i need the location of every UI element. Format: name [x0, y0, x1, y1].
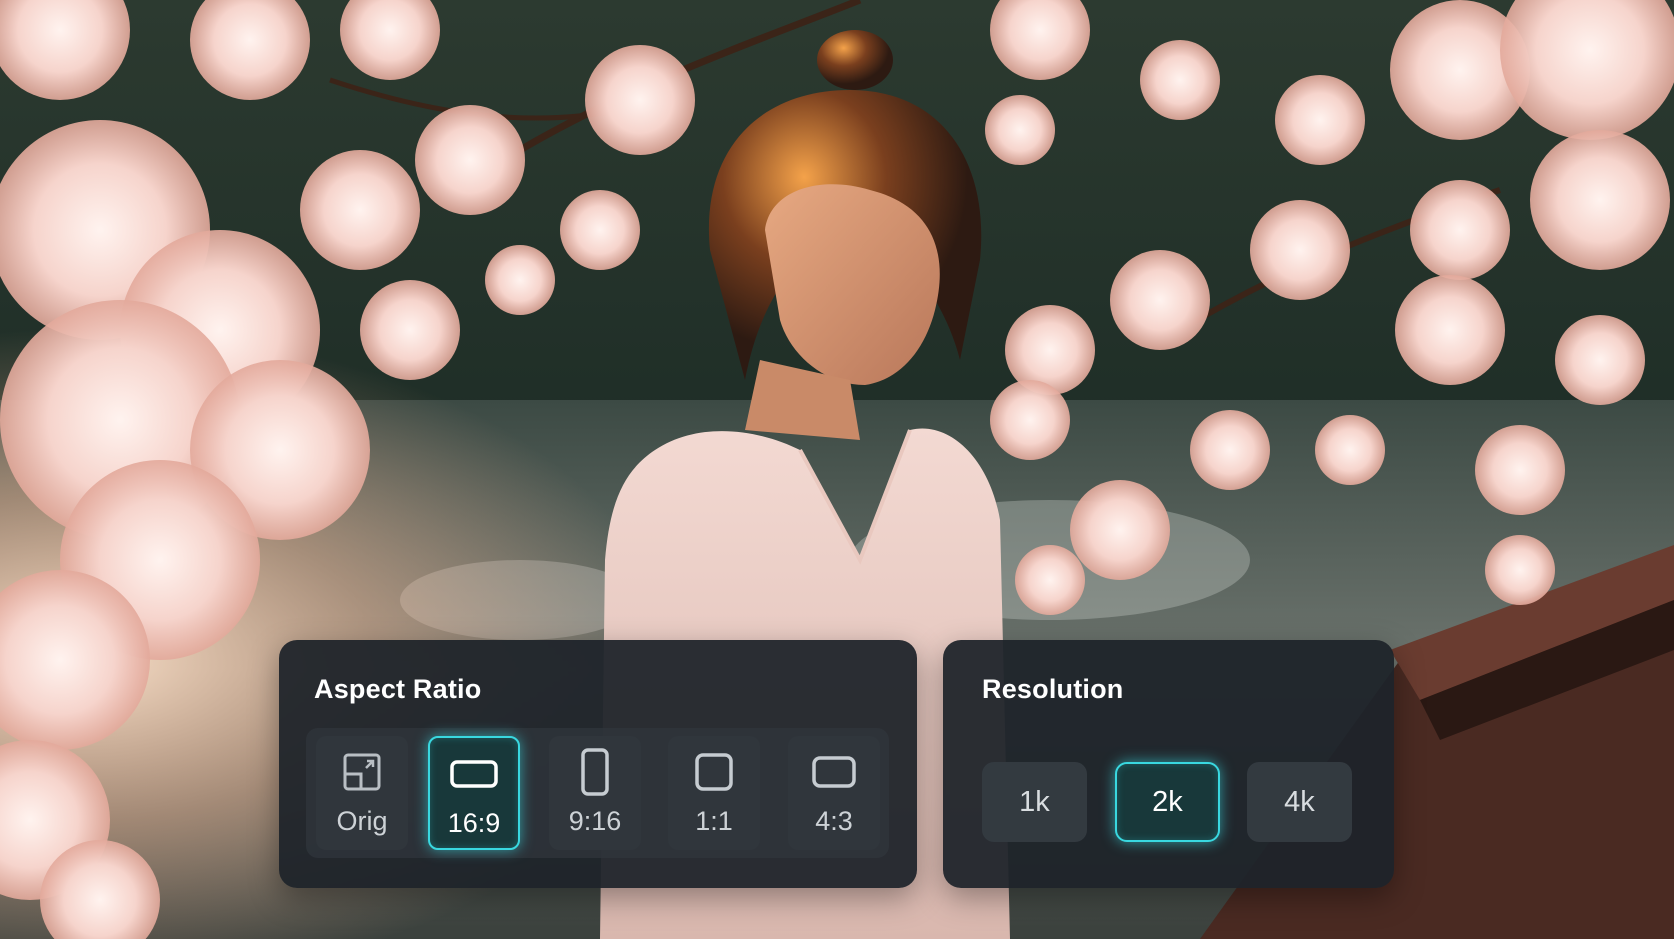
- aspect-option-16-9[interactable]: 16:9: [428, 736, 520, 850]
- orig-crop-icon: [316, 750, 408, 794]
- resolution-title: Resolution: [982, 674, 1124, 704]
- aspect-option-label: 1:1: [695, 806, 733, 836]
- aspect-option-label: 16:9: [447, 808, 501, 838]
- aspect-ratio-panel: Aspect Ratio Orig 16:9 9:16 1:1 4:3: [279, 640, 917, 888]
- aspect-ratio-options: Orig 16:9 9:16 1:1 4:3: [306, 728, 889, 858]
- aspect-option-1-1[interactable]: 1:1: [668, 736, 760, 850]
- square-icon: [668, 750, 760, 794]
- resolution-option-4k[interactable]: 4k: [1247, 762, 1352, 842]
- resolution-option-1k[interactable]: 1k: [982, 762, 1087, 842]
- resolution-panel: Resolution 1k 2k 4k: [943, 640, 1394, 888]
- aspect-option-orig[interactable]: Orig: [316, 736, 408, 850]
- wide-rect-icon: [788, 750, 880, 794]
- aspect-option-4-3[interactable]: 4:3: [788, 736, 880, 850]
- aspect-ratio-title: Aspect Ratio: [314, 674, 482, 704]
- resolution-option-2k[interactable]: 2k: [1115, 762, 1220, 842]
- aspect-option-label: 4:3: [815, 806, 853, 836]
- portrait-rect-icon: [549, 748, 641, 796]
- aspect-option-9-16[interactable]: 9:16: [549, 736, 641, 850]
- aspect-option-label: 9:16: [568, 806, 622, 836]
- landscape-rect-icon: [430, 752, 518, 796]
- aspect-option-label: Orig: [336, 806, 388, 836]
